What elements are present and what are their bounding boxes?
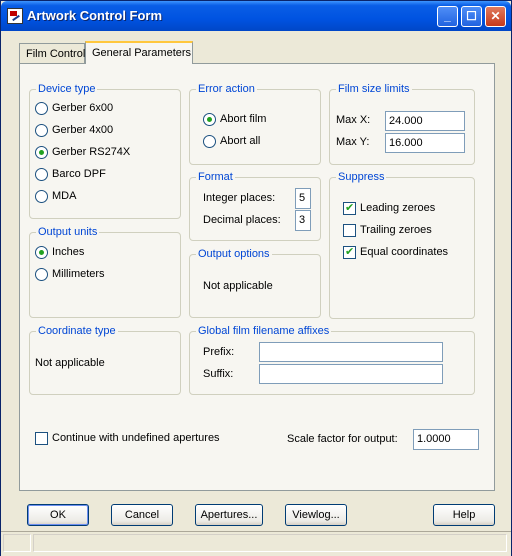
status-pane-1 bbox=[3, 534, 31, 552]
output-options-title: Output options bbox=[196, 248, 272, 260]
coordinate-type-title: Coordinate type bbox=[36, 325, 118, 337]
trailing-zeroes-checkbox[interactable] bbox=[343, 224, 356, 237]
coordinate-type-text: Not applicable bbox=[35, 357, 105, 369]
status-bar bbox=[1, 531, 511, 556]
output-units-label-millimeters: Millimeters bbox=[52, 268, 105, 280]
affixes-group: Global film filename affixes bbox=[189, 325, 475, 395]
decimal-places-label: Decimal places: bbox=[203, 214, 281, 226]
continue-undefined-checkbox[interactable] bbox=[35, 432, 48, 445]
output-units-radio-inches[interactable] bbox=[35, 246, 48, 259]
device-type-label-mda: MDA bbox=[52, 190, 77, 202]
apertures-button[interactable]: Apertures... bbox=[195, 504, 263, 526]
equal-coordinates-label: Equal coordinates bbox=[360, 246, 449, 258]
output-units-title: Output units bbox=[36, 226, 100, 238]
device-type-radio-barco-dpf[interactable] bbox=[35, 168, 48, 181]
tab-film-control[interactable]: Film Control bbox=[19, 43, 85, 64]
status-pane-2 bbox=[33, 534, 507, 552]
format-group: Format bbox=[189, 171, 321, 241]
suffix-field[interactable] bbox=[259, 364, 443, 384]
window-title: Artwork Control Form bbox=[27, 8, 163, 23]
close-button[interactable]: ✕ bbox=[485, 6, 506, 27]
max-x-label: Max X: bbox=[336, 114, 371, 126]
integer-places-field[interactable]: 5 bbox=[295, 188, 311, 209]
max-x-field[interactable]: 24.000 bbox=[385, 111, 465, 131]
integer-places-label: Integer places: bbox=[203, 192, 276, 204]
suffix-label: Suffix: bbox=[203, 368, 234, 380]
format-title: Format bbox=[196, 171, 235, 183]
cancel-button[interactable]: Cancel bbox=[111, 504, 173, 526]
device-type-label-gerber-6x00: Gerber 6x00 bbox=[52, 102, 114, 114]
leading-zeroes-label: Leading zeroes bbox=[360, 202, 436, 214]
error-action-radio-abort-all[interactable] bbox=[203, 135, 216, 148]
error-action-label-abort-all: Abort all bbox=[220, 135, 261, 147]
error-action-group: Error action bbox=[189, 83, 321, 165]
leading-zeroes-checkbox[interactable] bbox=[343, 201, 356, 215]
prefix-field[interactable] bbox=[259, 342, 443, 362]
minimize-button[interactable]: _ bbox=[437, 6, 458, 27]
error-action-title: Error action bbox=[196, 83, 257, 95]
film-size-title: Film size limits bbox=[336, 83, 412, 95]
artwork-control-window: Artwork Control Form _ ☐ ✕ Film Control … bbox=[0, 0, 512, 556]
title-bar[interactable]: Artwork Control Form _ ☐ ✕ bbox=[1, 1, 511, 31]
app-icon[interactable] bbox=[7, 8, 23, 24]
ok-button[interactable]: OK bbox=[27, 504, 89, 526]
continue-undefined-label: Continue with undefined apertures bbox=[52, 432, 220, 444]
output-units-label-inches: Inches bbox=[52, 246, 85, 258]
device-type-label-barco-dpf: Barco DPF bbox=[52, 168, 106, 180]
device-type-label-gerber-4x00: Gerber 4x00 bbox=[52, 124, 114, 136]
viewlog-button[interactable]: Viewlog... bbox=[285, 504, 347, 526]
prefix-label: Prefix: bbox=[203, 346, 235, 358]
maximize-icon: ☐ bbox=[466, 9, 477, 23]
device-type-label-gerber-rs274x: Gerber RS274X bbox=[52, 146, 131, 158]
help-button[interactable]: Help bbox=[433, 504, 495, 526]
decimal-places-field[interactable]: 3 bbox=[295, 210, 311, 231]
trailing-zeroes-label: Trailing zeroes bbox=[360, 224, 432, 236]
tab-general-parameters[interactable]: General Parameters bbox=[85, 41, 193, 64]
error-action-label-abort-film: Abort film bbox=[220, 113, 267, 125]
affixes-title: Global film filename affixes bbox=[196, 325, 332, 337]
device-type-radio-gerber-4x00[interactable] bbox=[35, 124, 48, 137]
scale-factor-label: Scale factor for output: bbox=[287, 433, 398, 445]
output-options-text: Not applicable bbox=[203, 280, 273, 292]
minimize-icon: _ bbox=[444, 9, 451, 23]
max-y-label: Max Y: bbox=[336, 136, 370, 148]
maximize-button[interactable]: ☐ bbox=[461, 6, 482, 27]
max-y-field[interactable]: 16.000 bbox=[385, 133, 465, 153]
scale-factor-field[interactable]: 1.0000 bbox=[413, 429, 479, 450]
close-icon: ✕ bbox=[490, 9, 501, 23]
device-type-radio-gerber-6x00[interactable] bbox=[35, 102, 48, 115]
equal-coordinates-checkbox[interactable] bbox=[343, 245, 356, 259]
suppress-title: Suppress bbox=[336, 171, 387, 183]
device-type-radio-mda[interactable] bbox=[35, 190, 48, 203]
device-type-title: Device type bbox=[36, 83, 98, 95]
error-action-radio-abort-film[interactable] bbox=[203, 113, 216, 126]
output-units-radio-millimeters[interactable] bbox=[35, 268, 48, 281]
device-type-radio-gerber-rs274x[interactable] bbox=[35, 146, 48, 159]
